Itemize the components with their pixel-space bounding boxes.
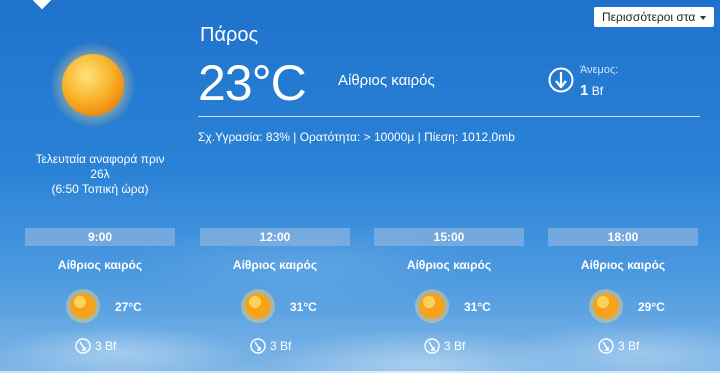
more-button-label: Περισσότεροι στα: [602, 10, 696, 24]
wind-unit: Bf: [591, 84, 604, 98]
wind-direction-icon: [548, 67, 574, 93]
wind-direction-icon: [250, 338, 266, 354]
report-line: Τελευταία αναφορά πριν: [35, 152, 165, 166]
dropdown-notch: [30, 0, 54, 10]
wind-value: 1 Bf: [580, 82, 603, 99]
sun-icon: [415, 289, 449, 323]
forecast-condition: Αίθριος καιρός: [232, 258, 318, 272]
sun-icon: [241, 289, 275, 323]
forecast-temperature: 29°C: [638, 300, 665, 314]
forecast-time: 18:00: [548, 228, 698, 246]
wind-number: 1: [580, 82, 589, 99]
forecast-condition: Αίθριος καιρός: [580, 258, 666, 272]
caret-down-icon: [700, 15, 707, 20]
forecast-wind: 3 Bf: [618, 339, 640, 353]
sun-icon: [589, 289, 623, 323]
sun-icon: [66, 289, 100, 323]
wind-direction-icon: [424, 338, 440, 354]
wind-direction-icon: [598, 338, 614, 354]
wind-label: Άνεμος:: [580, 64, 619, 76]
forecast-time: 9:00: [25, 228, 175, 246]
forecast-column: 9:00 Αίθριος καιρός 27°C 3 Bf: [25, 228, 175, 354]
city-name: Πάρος: [200, 24, 259, 46]
forecast-column: 15:00 Αίθριος καιρός 31°C 3 Bf: [374, 228, 524, 354]
sun-icon: [50, 42, 136, 128]
forecast-column: 18:00 Αίθριος καιρός 29°C 3 Bf: [548, 228, 698, 354]
current-temperature: 23°C: [198, 55, 307, 111]
forecast-wind: 3 Bf: [270, 339, 292, 353]
forecast-column: 12:00 Αίθριος καιρός 31°C 3 Bf: [200, 228, 350, 354]
divider: [198, 116, 700, 117]
forecast-condition: Αίθριος καιρός: [57, 258, 143, 272]
forecast-temperature: 31°C: [290, 300, 317, 314]
forecast-wind: 3 Bf: [95, 339, 117, 353]
report-line: (6:50 Τοπική ώρα): [51, 182, 149, 196]
current-condition: Αίθριος καιρός: [338, 72, 435, 89]
weather-details: Σχ.Υγρασία: 83% | Ορατότητα: > 10000μ | …: [198, 130, 515, 144]
report-line: 26λ: [90, 167, 110, 181]
forecast-temperature: 31°C: [464, 300, 491, 314]
forecast-time: 12:00: [200, 228, 350, 246]
forecast-temperature: 27°C: [115, 300, 142, 314]
last-report-info: Τελευταία αναφορά πριν 26λ (6:50 Τοπική …: [20, 152, 180, 197]
wind-direction-icon: [75, 338, 91, 354]
forecast-time: 15:00: [374, 228, 524, 246]
more-dropdown-button[interactable]: Περισσότεροι στα: [594, 7, 715, 27]
forecast-wind: 3 Bf: [444, 339, 466, 353]
forecast-condition: Αίθριος καιρός: [406, 258, 492, 272]
